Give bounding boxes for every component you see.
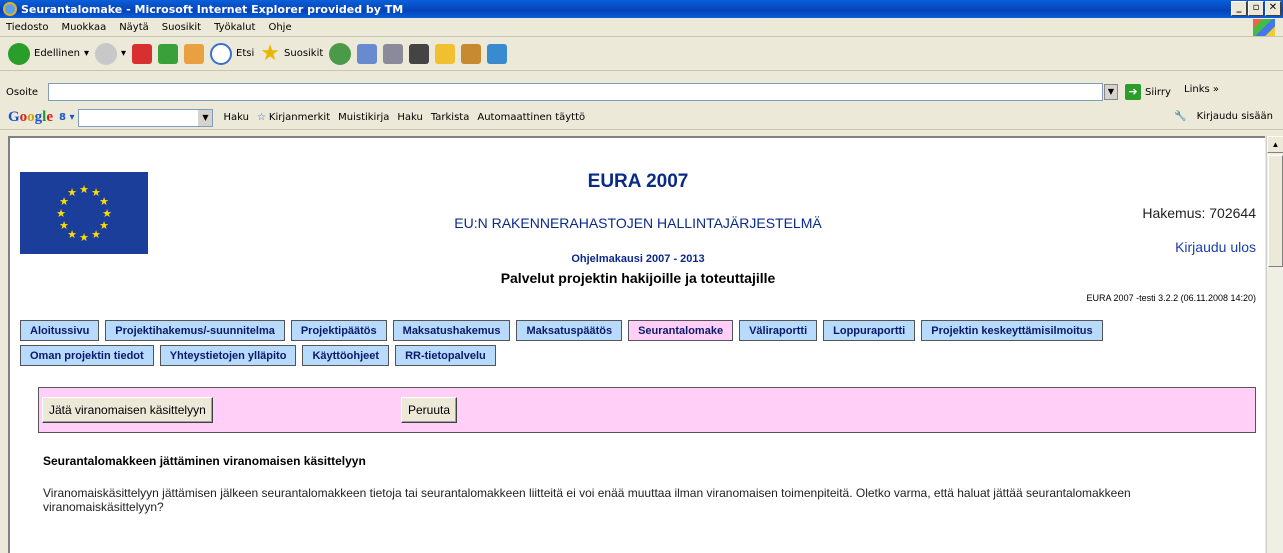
svg-text:★: ★ (79, 232, 89, 244)
google-logo: Google (8, 109, 54, 125)
nav-valiraportti[interactable]: Väliraportti (739, 320, 818, 341)
scroll-thumb[interactable] (1268, 155, 1283, 267)
nav-maksatushakemus[interactable]: Maksatushakemus (392, 320, 511, 341)
nav-keskeyttamisilmoitus[interactable]: Projektin keskeyttämisilmoitus (921, 320, 1103, 341)
maximize-button[interactable]: ▫ (1248, 1, 1264, 16)
window-controls: _ ▫ ✕ (1231, 1, 1281, 16)
go-arrow-icon: ➔ (1125, 84, 1141, 100)
google-menu-icon[interactable]: 8 ▾ (59, 112, 74, 123)
close-button[interactable]: ✕ (1265, 1, 1281, 16)
go-button[interactable]: ➔ Siirry (1125, 84, 1171, 100)
svg-text:★: ★ (99, 196, 109, 208)
favorites-button[interactable]: ★ Suosikit (260, 41, 323, 66)
minimize-button[interactable]: _ (1231, 1, 1247, 16)
nav-aloitussivu[interactable]: Aloitussivu (20, 320, 100, 341)
stop-icon[interactable] (132, 43, 153, 64)
research-icon[interactable] (461, 43, 482, 64)
back-button[interactable]: Edellinen ▾ (8, 42, 89, 65)
home-icon[interactable] (184, 43, 205, 64)
eura-subtitle: EU:N RAKENNERAHASTOJEN HALLINTAJÄRJESTEL… (454, 215, 822, 231)
title-bar: Seurantalomake - Microsoft Internet Expl… (0, 0, 1283, 18)
nav-kayttoohjeet[interactable]: Käyttöohjeet (302, 345, 390, 366)
edit-icon[interactable] (409, 43, 430, 64)
print-icon[interactable] (383, 43, 404, 64)
search-button[interactable]: Etsi (210, 42, 254, 65)
search-icon (210, 42, 233, 65)
star-icon: ★ (260, 41, 281, 66)
action-panel: Jätä viranomaisen käsittelyyn Peruuta (38, 387, 1256, 433)
nav-rr-tietopalvelu[interactable]: RR-tietopalvelu (395, 345, 496, 366)
logout-link[interactable]: Kirjaudu ulos (1175, 239, 1256, 255)
cancel-button[interactable]: Peruuta (401, 397, 458, 423)
program-period: Ohjelmakausi 2007 - 2013 (571, 253, 705, 265)
google-search-button[interactable]: Haku (223, 112, 248, 123)
menu-tools[interactable]: Työkalut (214, 22, 255, 33)
window-title: Seurantalomake - Microsoft Internet Expl… (21, 2, 404, 16)
services-heading: Palvelut projektin hakijoille ja toteutt… (500, 270, 776, 286)
menu-bar: Tiedosto Muokkaa Näytä Suosikit Työkalut… (0, 18, 1283, 37)
menu-help[interactable]: Ohje (268, 22, 291, 33)
address-bar: Osoite ▼ ➔ Siirry Links » (0, 81, 1283, 103)
menu-edit[interactable]: Muokkaa (61, 22, 106, 33)
address-dropdown[interactable]: ▼ (1104, 84, 1118, 100)
nav-maksatuspaatos[interactable]: Maksatuspäätös (516, 320, 623, 341)
forward-button[interactable]: ▾ (95, 42, 126, 65)
scroll-up-icon[interactable]: ▲ (1267, 136, 1283, 153)
nav-loppuraportti[interactable]: Loppuraportti (823, 320, 916, 341)
menu-favorites[interactable]: Suosikit (162, 22, 201, 33)
nav-seurantalomake[interactable]: Seurantalomake (628, 320, 734, 341)
notebook-button[interactable]: Muistikirja (338, 112, 389, 123)
search2-button[interactable]: Haku (397, 112, 422, 123)
google-toolbar: Google 8 ▾ ▼ Haku ☆ Kirjanmerkit Muistiki… (0, 106, 1283, 130)
history-icon[interactable] (329, 42, 352, 65)
messenger-icon[interactable] (487, 43, 508, 64)
star-outline-icon: ☆ (256, 112, 266, 123)
google-search-input[interactable]: ▼ (78, 108, 214, 127)
address-input[interactable] (48, 83, 1103, 101)
application-number: Hakemus: 702644 (1142, 205, 1256, 221)
refresh-icon[interactable] (158, 43, 179, 64)
links-button[interactable]: Links » (1184, 84, 1219, 95)
menu-file[interactable]: Tiedosto (6, 22, 48, 33)
standard-toolbar: Edellinen ▾ ▾ Etsi ★ Suosikit (0, 37, 1283, 71)
eura-title: EURA 2007 (587, 171, 689, 192)
address-label: Osoite (6, 86, 39, 98)
mail-icon[interactable] (357, 43, 378, 64)
spellcheck-button[interactable]: Tarkista (431, 112, 470, 123)
main-nav-row2: Oman projektin tiedot Yhteystietojen yll… (20, 345, 496, 366)
windows-logo-icon (1253, 19, 1275, 36)
ie-icon (3, 2, 17, 16)
back-arrow-icon (8, 42, 30, 65)
nav-oman-projektin-tiedot[interactable]: Oman projektin tiedot (20, 345, 154, 366)
nav-projektihakemus[interactable]: Projektihakemus/-suunnitelma (105, 320, 285, 341)
wrench-icon[interactable]: 🔧 (1174, 111, 1186, 122)
submit-button[interactable]: Jätä viranomaisen käsittelyyn (42, 397, 213, 423)
folder-icon[interactable] (435, 43, 456, 64)
version-text: EURA 2007 -testi 3.2.2 (06.11.2008 14:20… (1086, 293, 1256, 303)
content-heading: Seurantalomakkeen jättäminen viranomaise… (43, 454, 366, 468)
content-text: Viranomaiskäsittelyyn jättämisen jälkeen… (43, 486, 1131, 514)
menu-view[interactable]: Näytä (119, 22, 149, 33)
nav-projektipaatos[interactable]: Projektipäätös (290, 320, 387, 341)
main-nav-row1: Aloitussivu Projektihakemus/-suunnitelma… (20, 320, 1103, 341)
forward-arrow-icon (95, 42, 118, 65)
autofill-button[interactable]: Automaattinen täyttö (477, 112, 585, 123)
bookmarks-button[interactable]: ☆ Kirjanmerkit (257, 112, 330, 123)
nav-yhteystietojen-yllapito[interactable]: Yhteystietojen ylläpito (159, 345, 297, 366)
page-header: ★ ★ ★ ★ ★ ★ ★ ★ ★ ★ ★ ★ EURA 2007 EU:N RAKENNERA… (20, 152, 1256, 312)
vertical-scrollbar[interactable]: ▲ (1266, 136, 1283, 553)
page-viewport: ★ ★ ★ ★ ★ ★ ★ ★ ★ ★ ★ ★ EURA 2007 EU:N RAKENNERA… (8, 136, 1265, 553)
signin-button[interactable]: Kirjaudu sisään (1197, 111, 1273, 122)
